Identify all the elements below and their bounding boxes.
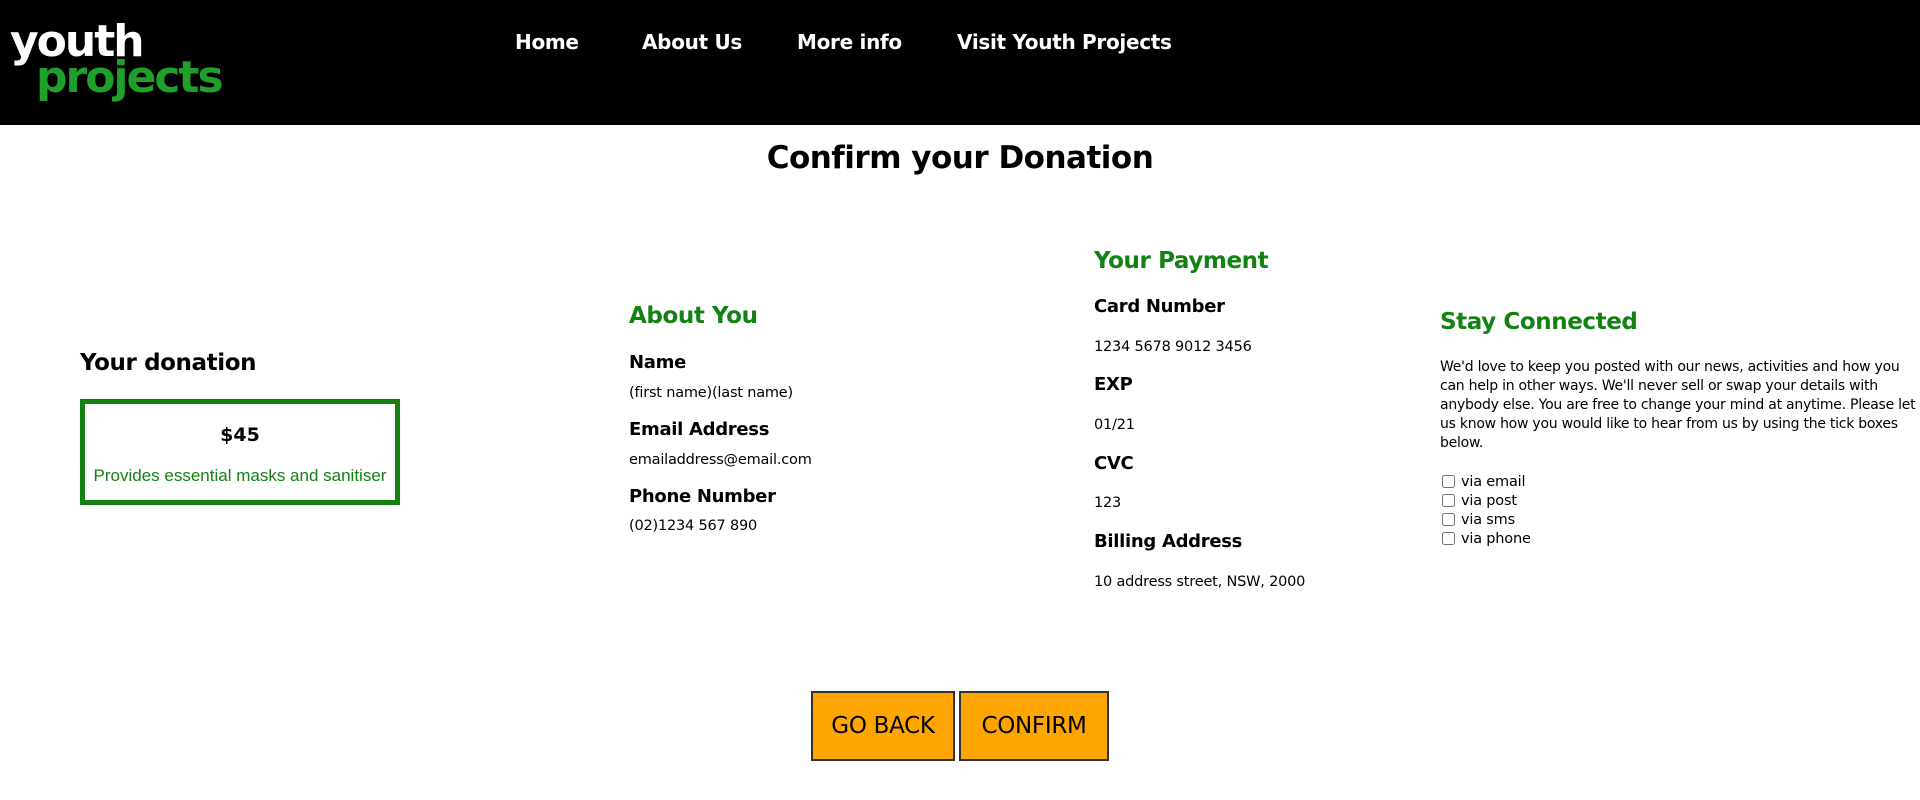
card-number-label: Card Number	[1094, 296, 1225, 317]
contact-preferences: via email via post via sms via phone	[1442, 472, 1531, 548]
nav-home-link[interactable]: Home	[515, 30, 579, 54]
exp-label: EXP	[1094, 374, 1133, 395]
cvc-value: 123	[1094, 495, 1122, 511]
page-title: Confirm your Donation	[766, 140, 1154, 176]
contact-option-phone[interactable]: via phone	[1442, 529, 1531, 548]
contact-option-post[interactable]: via post	[1442, 491, 1531, 510]
nav-visit-youth-projects-link[interactable]: Visit Youth Projects	[957, 30, 1172, 54]
exp-value: 01/21	[1094, 417, 1135, 433]
about-you-heading: About You	[629, 303, 758, 329]
card-number-value: 1234 5678 9012 3456	[1094, 339, 1252, 355]
email-label: Email Address	[629, 419, 770, 440]
donation-option-card[interactable]: $45 Provides essential masks and sanitis…	[80, 399, 400, 505]
name-value: (first name)(last name)	[629, 385, 793, 401]
name-label: Name	[629, 352, 686, 373]
cvc-label: CVC	[1094, 453, 1134, 474]
logo-text-projects: projects	[36, 52, 222, 103]
your-payment-heading: Your Payment	[1094, 248, 1269, 274]
donation-description: Provides essential masks and sanitiser	[93, 466, 387, 485]
confirm-button[interactable]: CONFIRM	[959, 691, 1109, 761]
email-checkbox[interactable]	[1442, 475, 1455, 488]
donation-heading: Your donation	[80, 350, 257, 376]
stay-connected-heading: Stay Connected	[1440, 309, 1638, 335]
nav-about-us-link[interactable]: About Us	[642, 30, 742, 54]
post-option-label: via post	[1461, 492, 1517, 509]
donation-amount: $45	[220, 424, 260, 446]
email-option-label: via email	[1461, 473, 1526, 490]
contact-option-email[interactable]: via email	[1442, 472, 1531, 491]
billing-address-value: 10 address street, NSW, 2000	[1094, 574, 1306, 590]
phone-checkbox[interactable]	[1442, 532, 1455, 545]
stay-connected-text: We'd love to keep you posted with our ne…	[1440, 359, 1916, 451]
site-header: youth projects Home About Us More info V…	[0, 0, 1920, 125]
phone-value: (02)1234 567 890	[629, 518, 758, 534]
nav-more-info-link[interactable]: More info	[797, 30, 902, 54]
youth-projects-logo[interactable]: youth projects	[10, 14, 230, 104]
post-checkbox[interactable]	[1442, 494, 1455, 507]
sms-option-label: via sms	[1461, 511, 1515, 528]
sms-checkbox[interactable]	[1442, 513, 1455, 526]
billing-address-label: Billing Address	[1094, 531, 1243, 552]
email-value: emailaddress@email.com	[629, 452, 812, 468]
phone-option-label: via phone	[1461, 530, 1531, 547]
phone-label: Phone Number	[629, 486, 776, 507]
go-back-button[interactable]: GO BACK	[811, 691, 955, 761]
contact-option-sms[interactable]: via sms	[1442, 510, 1531, 529]
